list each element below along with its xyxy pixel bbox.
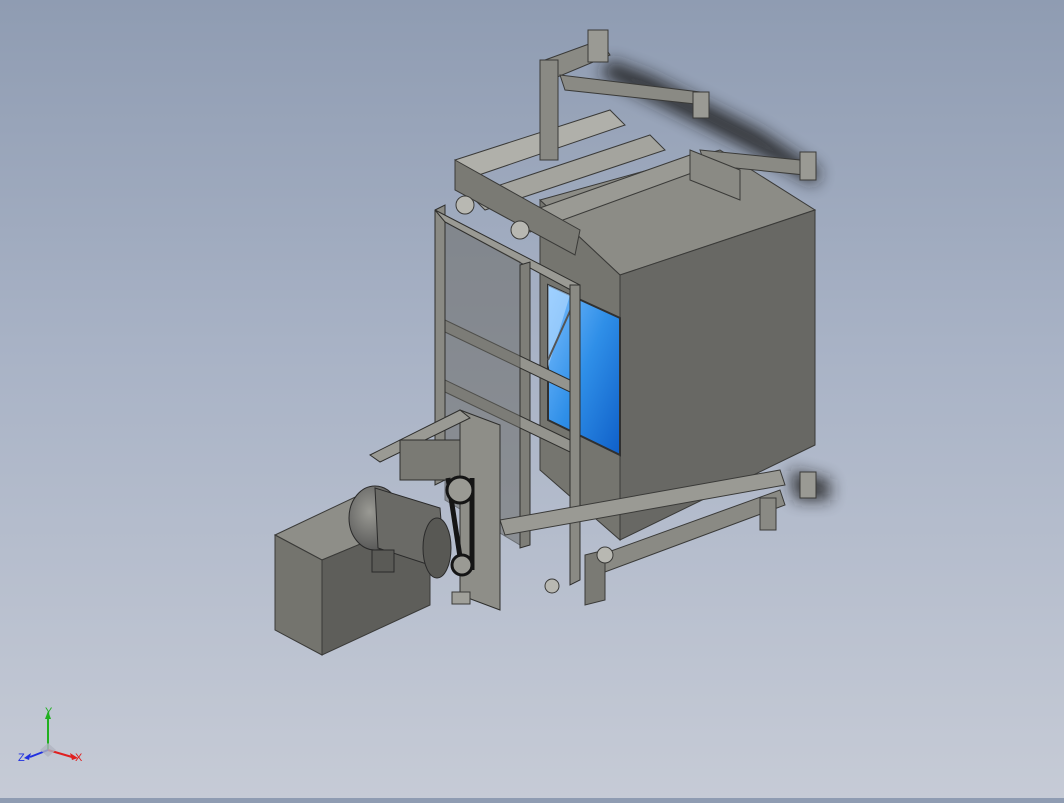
cad-graphics-viewport[interactable]: Y X Z	[0, 0, 1064, 798]
cad-model-view[interactable]	[0, 0, 1064, 798]
orientation-triad[interactable]: Y X Z	[18, 705, 88, 775]
motor-bracket	[451, 591, 471, 605]
triad-x-label: X	[75, 752, 83, 764]
triad-y-label: Y	[45, 706, 53, 718]
triad-z-label: Z	[18, 752, 25, 764]
